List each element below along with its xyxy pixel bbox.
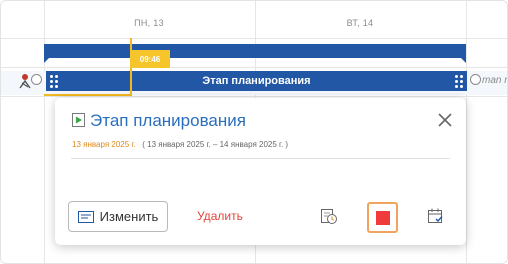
- grid-row-line: [1, 38, 507, 39]
- current-time-label: 09:46: [130, 50, 170, 68]
- day-header-mon: ПН, 13: [134, 18, 164, 28]
- assignee-avatar-icon[interactable]: [18, 73, 32, 89]
- summary-task-bar[interactable]: [44, 44, 466, 63]
- grid-row-line: [1, 67, 507, 68]
- current-time-bracket: [44, 94, 132, 96]
- task-bar-label: Этап планирования: [202, 75, 311, 87]
- edit-form-icon: [77, 210, 94, 223]
- play-task-icon: [72, 113, 85, 127]
- grid-column-line: [466, 1, 467, 263]
- link-end-handle[interactable]: [470, 74, 481, 85]
- close-icon[interactable]: [438, 113, 452, 127]
- date-row: 13 января 2025 г. ( 13 января 2025 г. – …: [72, 140, 288, 149]
- edit-button-label: Изменить: [99, 209, 159, 224]
- day-header-tue: ВТ, 14: [346, 18, 374, 28]
- grid-column-line: [44, 1, 45, 263]
- stop-icon: [375, 210, 390, 225]
- popup-title: Этап планирования: [90, 111, 246, 130]
- link-start-handle[interactable]: [31, 74, 42, 85]
- assignee-label: man n: [482, 75, 508, 86]
- date-main: 13 января 2025 г.: [72, 140, 136, 149]
- task-popup: Этап планирования 13 января 2025 г. ( 13…: [55, 98, 466, 245]
- stop-button[interactable]: [367, 202, 398, 233]
- time-history-icon[interactable]: [320, 207, 338, 225]
- delete-link[interactable]: Удалить: [197, 209, 243, 223]
- task-bar[interactable]: Этап планирования: [46, 71, 467, 91]
- gantt-view: ПН, 13 ВТ, 14 Этап планирования man n 09…: [0, 0, 508, 264]
- popup-divider: [71, 158, 450, 159]
- drag-handle-left-icon[interactable]: [50, 75, 58, 88]
- drag-handle-right-icon[interactable]: [455, 75, 463, 88]
- grid-row-line: [1, 96, 507, 97]
- calendar-check-icon[interactable]: [427, 207, 445, 225]
- date-range: ( 13 января 2025 г. – 14 января 2025 г. …: [142, 140, 289, 149]
- edit-button[interactable]: Изменить: [68, 201, 168, 232]
